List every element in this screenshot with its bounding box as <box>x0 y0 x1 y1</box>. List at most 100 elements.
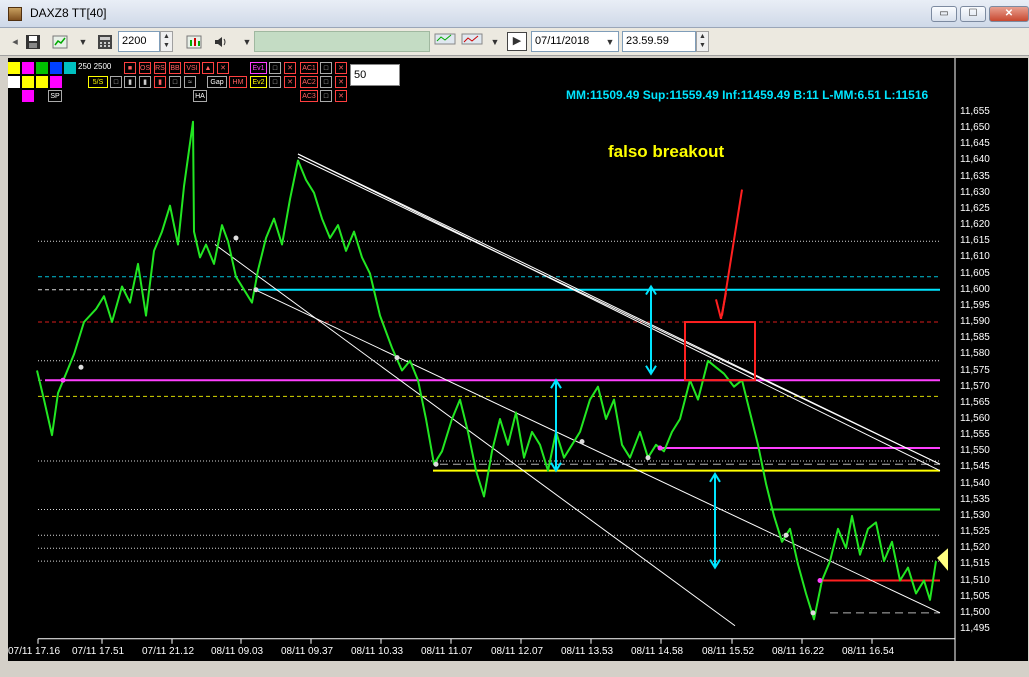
y-tick-label: 11,495 <box>960 623 990 634</box>
style-button[interactable] <box>460 31 483 52</box>
ind-tag-ev1[interactable]: Ev1 <box>250 62 267 74</box>
ind-mark-14[interactable]: □ <box>269 76 281 88</box>
ind-tag-hm[interactable]: HM <box>229 76 247 88</box>
play-icon[interactable]: ▶ <box>507 32 527 51</box>
quantity-input[interactable]: 2200 <box>118 31 160 52</box>
time-input[interactable]: 23.59.59 <box>622 31 696 52</box>
date-dropdown-icon[interactable]: ▼ <box>603 31 617 52</box>
x-tick-label: 08/11 13.53 <box>561 646 614 657</box>
ind-tag-os[interactable]: OS <box>139 62 151 74</box>
y-tick-label: 11,570 <box>960 380 990 392</box>
marker-dot-0 <box>60 377 66 383</box>
ind-mark-4[interactable]: □ <box>269 62 281 74</box>
ind-tag-bb[interactable]: BB <box>169 62 181 74</box>
x-tick-label: 08/11 09.37 <box>281 646 334 657</box>
y-tick-label: 11,635 <box>960 170 990 182</box>
ind-mark-16[interactable]: □ <box>320 76 332 88</box>
speaker-icon[interactable] <box>210 31 232 52</box>
y-tick-label: 11,595 <box>960 299 990 311</box>
ind-tag-ac2[interactable]: AC2 <box>300 76 318 88</box>
last-price-marker <box>937 548 948 571</box>
ind-color-magenta-2[interactable] <box>50 76 62 88</box>
marker-dot-1 <box>657 445 663 451</box>
y-tick-label: 11,610 <box>960 251 990 263</box>
marker-dot-2 <box>817 578 823 584</box>
y-tick-label: 11,530 <box>960 509 990 521</box>
ind-tag-ha[interactable]: HA <box>193 90 207 102</box>
ind-color-magenta[interactable] <box>22 62 34 74</box>
ind-color-yellow[interactable] <box>8 62 20 74</box>
ind-mark-sp[interactable]: SP <box>48 90 62 102</box>
y-tick-label: 11,620 <box>960 219 990 231</box>
ind-mark-18[interactable]: □ <box>320 90 332 102</box>
pivot-dot-4 <box>433 461 439 467</box>
close-button[interactable]: ✕ <box>989 6 1029 22</box>
status-field <box>254 31 430 52</box>
pivot-dot-8 <box>810 610 816 616</box>
y-tick-label: 11,505 <box>960 590 990 602</box>
ind-mark-1[interactable]: ■ <box>124 62 136 74</box>
x-tick-label: 08/11 09.03 <box>211 646 264 657</box>
ind-color-blue[interactable] <box>50 62 62 74</box>
y-tick-label: 11,605 <box>960 267 990 279</box>
quantity-stepper[interactable]: ▲ ▼ <box>160 31 173 52</box>
ind-mark-6[interactable]: □ <box>320 62 332 74</box>
x-tick-label: 07/11 17.16 <box>8 646 61 657</box>
ind-color-yellow-3[interactable] <box>36 76 48 88</box>
chart-type-icon[interactable] <box>50 31 72 52</box>
ind-range-label: 250 2500 <box>78 62 112 71</box>
time-stepper[interactable]: ▲ ▼ <box>696 31 709 52</box>
pivot-dot-2 <box>253 287 259 293</box>
y-tick-label: 11,500 <box>960 606 990 618</box>
trend-line-4 <box>254 289 941 614</box>
ind-mark-5[interactable]: ✕ <box>284 62 296 74</box>
period-input[interactable]: 50 <box>350 64 400 86</box>
save-chart-button[interactable] <box>433 31 456 52</box>
minimize-button[interactable]: ▭ <box>931 6 957 22</box>
ind-mark-3[interactable]: ✕ <box>217 62 229 74</box>
ind-tag-ev2[interactable]: Ev2 <box>250 76 267 88</box>
ind-mark-2[interactable]: ▲ <box>202 62 214 74</box>
ind-mark-8[interactable]: □ <box>110 76 122 88</box>
ind-mark-7[interactable]: ✕ <box>335 62 347 74</box>
ind-mark-9[interactable]: ▮ <box>124 76 136 88</box>
ind-tag-rs[interactable]: RS <box>154 62 166 74</box>
ind-mark-15[interactable]: ✕ <box>284 76 296 88</box>
ind-mark-12[interactable]: □ <box>169 76 181 88</box>
ind-color-green[interactable] <box>36 62 48 74</box>
chart-area[interactable] <box>8 58 1028 661</box>
price-chart[interactable] <box>8 58 1028 661</box>
ind-color-white[interactable] <box>8 76 20 88</box>
pivot-dot-3 <box>394 355 400 361</box>
ind-color-magenta-3[interactable] <box>22 90 34 102</box>
ind-mark-17[interactable]: ✕ <box>335 76 347 88</box>
ind-mark-13[interactable]: ≈ <box>184 76 196 88</box>
y-tick-label: 11,520 <box>960 542 990 554</box>
ind-mark-11[interactable]: ▮ <box>154 76 166 88</box>
y-tick-label: 11,560 <box>960 412 990 424</box>
indicator-icon[interactable] <box>184 31 206 52</box>
ind-tag-ac3[interactable]: AC3 <box>300 90 318 102</box>
ind-mark-19[interactable]: ✕ <box>335 90 347 102</box>
ind-color-cyan[interactable] <box>64 62 76 74</box>
ind-mark-10[interactable]: ▮ <box>139 76 151 88</box>
ind-tag-5s[interactable]: 5/S <box>88 76 108 88</box>
chevron-down-icon[interactable]: ▼ <box>72 31 94 52</box>
y-tick-label: 11,540 <box>960 477 990 489</box>
y-tick-label: 11,590 <box>960 316 990 328</box>
x-tick-label: 07/11 17.51 <box>72 646 125 657</box>
y-tick-label: 11,655 <box>960 106 990 117</box>
maximize-button[interactable]: ☐ <box>960 6 986 22</box>
title-bar: DAXZ8 TT[40] ▭ ☐ ✕ <box>0 0 1029 28</box>
window-title: DAXZ8 TT[40] <box>30 6 107 20</box>
ind-tag-vsi[interactable]: VSI <box>184 62 200 74</box>
y-tick-label: 11,515 <box>960 558 990 570</box>
y-tick-label: 11,630 <box>960 186 990 198</box>
y-tick-label: 11,585 <box>960 332 990 344</box>
calculator-icon[interactable] <box>94 31 116 52</box>
ind-tag-ac1[interactable]: AC1 <box>300 62 318 74</box>
ind-tag-gap[interactable]: Gap <box>207 76 227 88</box>
save-icon[interactable] <box>22 31 44 52</box>
ind-color-yellow-2[interactable] <box>22 76 34 88</box>
chevron-down-icon[interactable]: ▼ <box>484 31 506 52</box>
